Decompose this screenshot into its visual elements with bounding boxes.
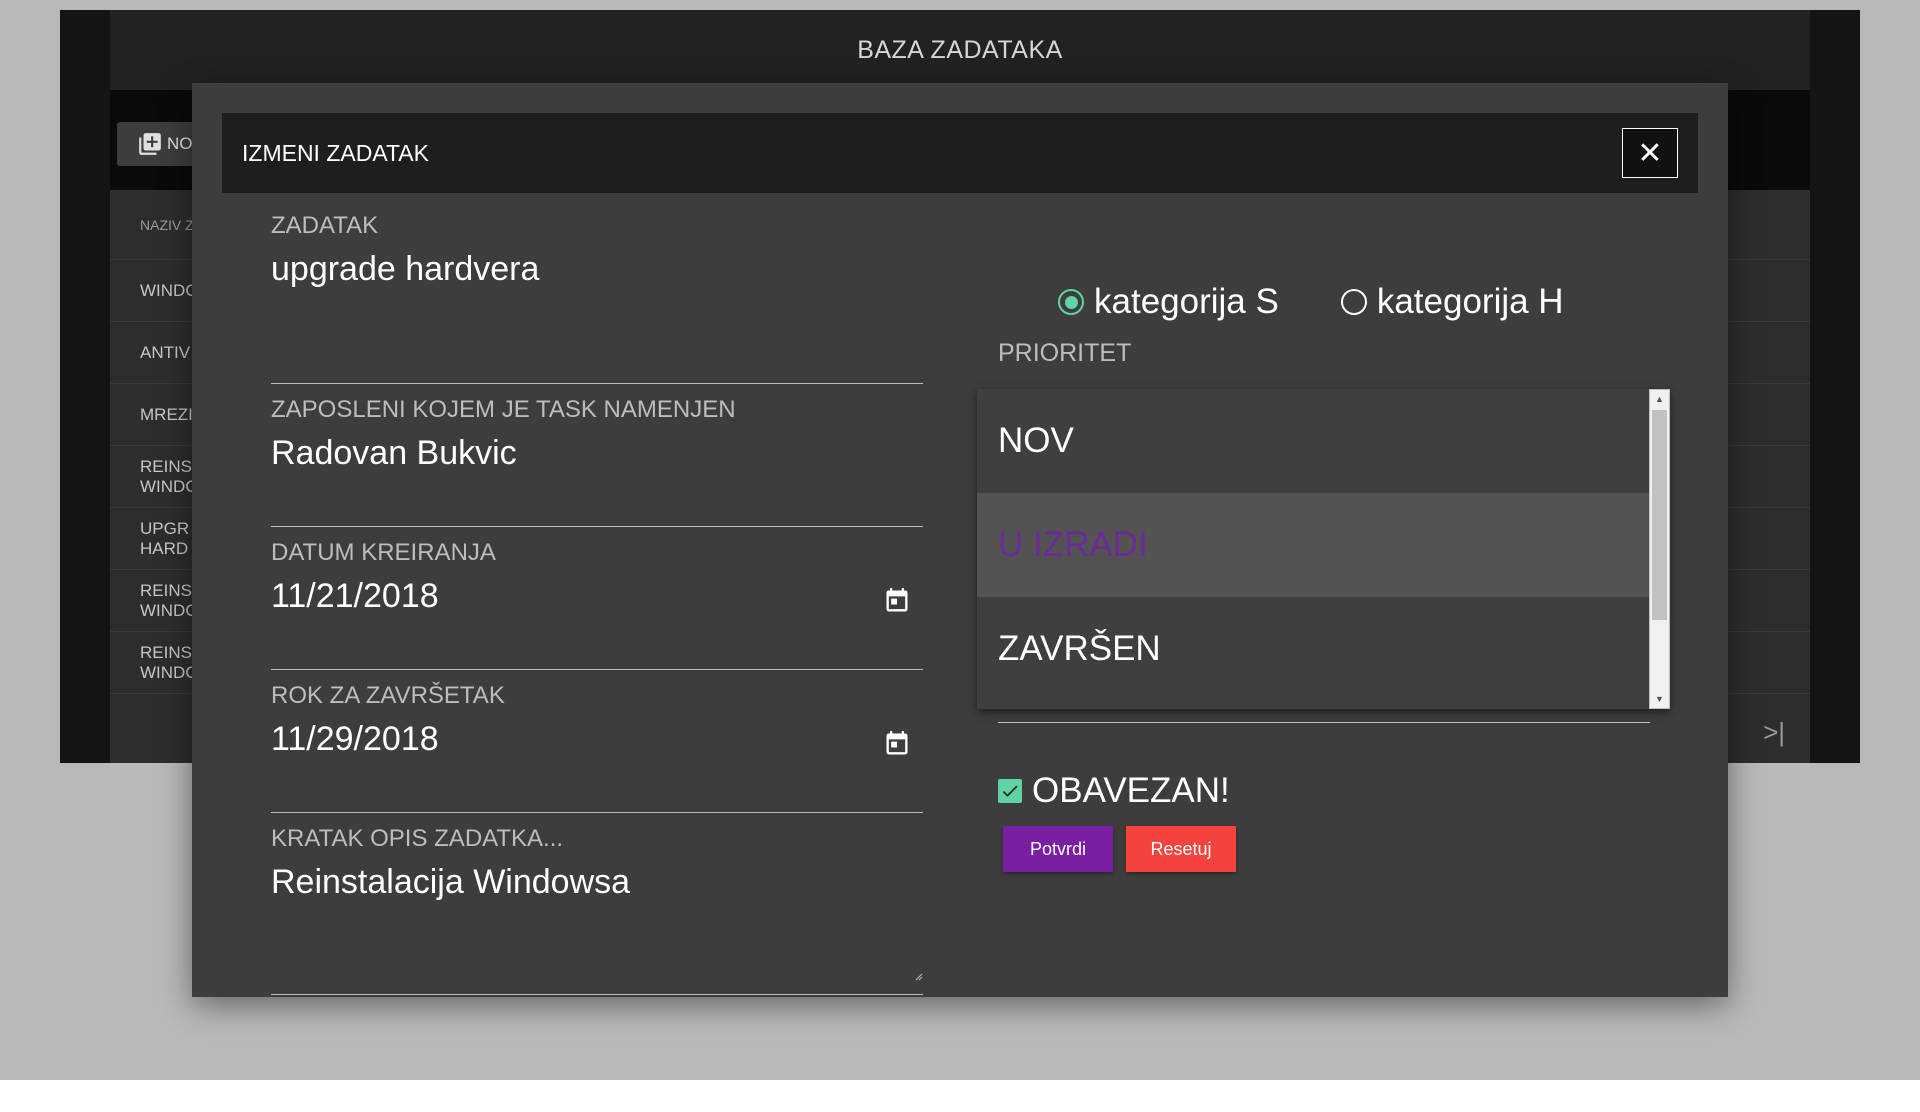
radio-unchecked-icon [1340,289,1367,315]
left-border [60,10,110,763]
priority-option-zavrsen[interactable]: ZAVRŠEN [977,597,1649,701]
deadline-value[interactable]: 11/29/2018 [271,720,439,759]
scroll-up-icon[interactable]: ▲ [1650,390,1669,408]
modal-header: IZMENI ZADATAK ✕ [222,113,1698,193]
close-button[interactable]: ✕ [1622,128,1678,178]
checkbox-checked-icon [998,779,1022,803]
deadline-field[interactable]: ROK ZA ZAVRŠETAK 11/29/2018 [271,670,923,813]
created-date-field[interactable]: DATUM KREIRANJA 11/21/2018 [271,527,923,670]
description-underline [271,994,923,995]
created-date-value[interactable]: 11/21/2018 [271,577,439,616]
employee-field[interactable]: ZAPOSLENI KOJEM JE TASK NAMENJEN Radovan… [271,384,923,527]
description-label: KRATAK OPIS ZADATKA... [271,825,564,852]
priority-option-u-izradi[interactable]: U IZRADI [977,493,1649,597]
resize-grip-icon[interactable] [913,971,923,981]
category-h-radio[interactable]: kategorija H [1340,282,1564,322]
description-value[interactable]: Reinstalacija Windowsa [271,863,630,902]
mandatory-label: OBAVEZAN! [1032,771,1230,810]
priority-underline [998,722,1650,723]
close-icon: ✕ [1637,136,1663,170]
pager-last-button[interactable]: >| [1763,717,1785,748]
category-h-label: kategorija H [1376,282,1564,321]
confirm-button[interactable]: Potvrdi [1003,826,1113,872]
page: BAZA ZADATAKA NAZIV Z WINDO ANTIV MREZI … [0,0,1920,1112]
employee-label: ZAPOSLENI KOJEM JE TASK NAMENJEN [271,396,736,423]
app-title: BAZA ZADATAKA [110,10,1810,90]
add-box-icon [139,133,161,155]
mandatory-checkbox[interactable]: OBAVEZAN! [998,771,1230,811]
new-task-label: NO [167,134,193,153]
calendar-icon[interactable] [883,587,911,615]
task-value[interactable]: upgrade hardvera [271,250,539,289]
scroll-down-icon[interactable]: ▼ [1650,690,1669,708]
calendar-icon[interactable] [883,730,911,758]
reset-button[interactable]: Resetuj [1126,826,1236,872]
modal-title: IZMENI ZADATAK [242,139,429,166]
priority-label: PRIORITET [998,339,1132,367]
category-radio-group: kategorija S kategorija H [1058,282,1564,322]
right-border [1810,10,1860,763]
task-field[interactable]: ZADATAK upgrade hardvera [271,202,923,384]
task-label: ZADATAK [271,212,379,239]
created-date-label: DATUM KREIRANJA [271,539,496,566]
category-s-radio[interactable]: kategorija S [1058,282,1279,322]
employee-value[interactable]: Radovan Bukvic [271,434,517,473]
listbox-scrollbar[interactable]: ▲ ▼ [1649,389,1670,709]
category-s-label: kategorija S [1094,282,1279,321]
priority-option-nov[interactable]: NOV [977,389,1649,493]
description-field[interactable]: KRATAK OPIS ZADATKA... Reinstalacija Win… [271,813,923,996]
radio-checked-icon [1058,289,1084,315]
scrollbar-thumb[interactable] [1652,410,1667,620]
deadline-label: ROK ZA ZAVRŠETAK [271,682,505,709]
priority-listbox[interactable]: NOV U IZRADI ZAVRŠEN ▲ ▼ [977,389,1670,709]
edit-task-modal: IZMENI ZADATAK ✕ ZADATAK upgrade hardver… [192,83,1728,997]
